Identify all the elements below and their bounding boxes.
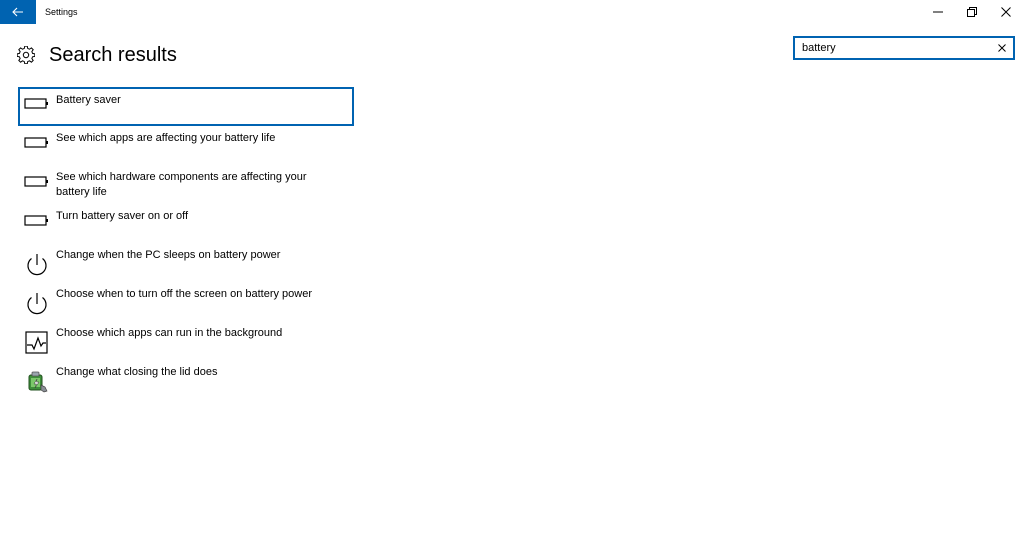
restore-button[interactable] [955,0,989,24]
power-icon [27,293,47,315]
result-screen-off-battery[interactable]: Choose when to turn off the screen on ba… [18,282,354,321]
back-button[interactable] [0,0,36,24]
battery-icon [24,137,48,148]
result-pc-sleep-battery[interactable]: Change when the PC sleeps on battery pow… [18,243,354,282]
result-label: Turn battery saver on or off [56,210,189,222]
result-label: Change what closing the lid does [56,366,218,378]
result-hardware-affecting-battery[interactable]: See which hardware components are affect… [18,165,354,204]
result-closing-lid[interactable]: Change what closing the lid does [18,360,354,399]
result-label: Choose when to turn off the screen on ba… [56,288,313,300]
search-box[interactable] [793,36,1015,60]
search-input[interactable] [802,40,992,56]
result-battery-saver-toggle[interactable]: Turn battery saver on or off [18,204,354,243]
result-apps-affecting-battery[interactable]: See which apps are affecting your batter… [18,126,354,165]
close-icon [1001,7,1011,17]
result-battery-saver[interactable]: Battery saver [18,87,354,126]
battery-icon [24,98,48,109]
clear-icon [998,44,1006,52]
minimize-icon [933,11,943,13]
app-title: Settings [45,7,78,17]
result-label: See which apps are affecting your batter… [56,132,276,144]
gear-icon [17,46,35,64]
page-header: Search results [17,40,177,70]
activity-monitor-icon [25,331,48,354]
power-options-icon [28,371,48,393]
close-button[interactable] [989,0,1023,24]
title-bar: Settings [0,0,1024,24]
power-icon [27,254,47,276]
back-arrow-icon [12,7,23,17]
battery-icon [24,176,48,187]
result-label: Choose which apps can run in the backgro… [56,327,283,339]
minimize-button[interactable] [921,0,955,24]
result-label: See which hardware components are affect… [56,171,307,198]
search-clear-button[interactable] [995,41,1009,55]
restore-icon [967,7,977,17]
result-label: Change when the PC sleeps on battery pow… [56,249,281,261]
battery-icon [24,215,48,226]
result-label: Battery saver [56,94,121,106]
page-title: Search results [49,44,177,66]
result-background-apps[interactable]: Choose which apps can run in the backgro… [18,321,354,360]
